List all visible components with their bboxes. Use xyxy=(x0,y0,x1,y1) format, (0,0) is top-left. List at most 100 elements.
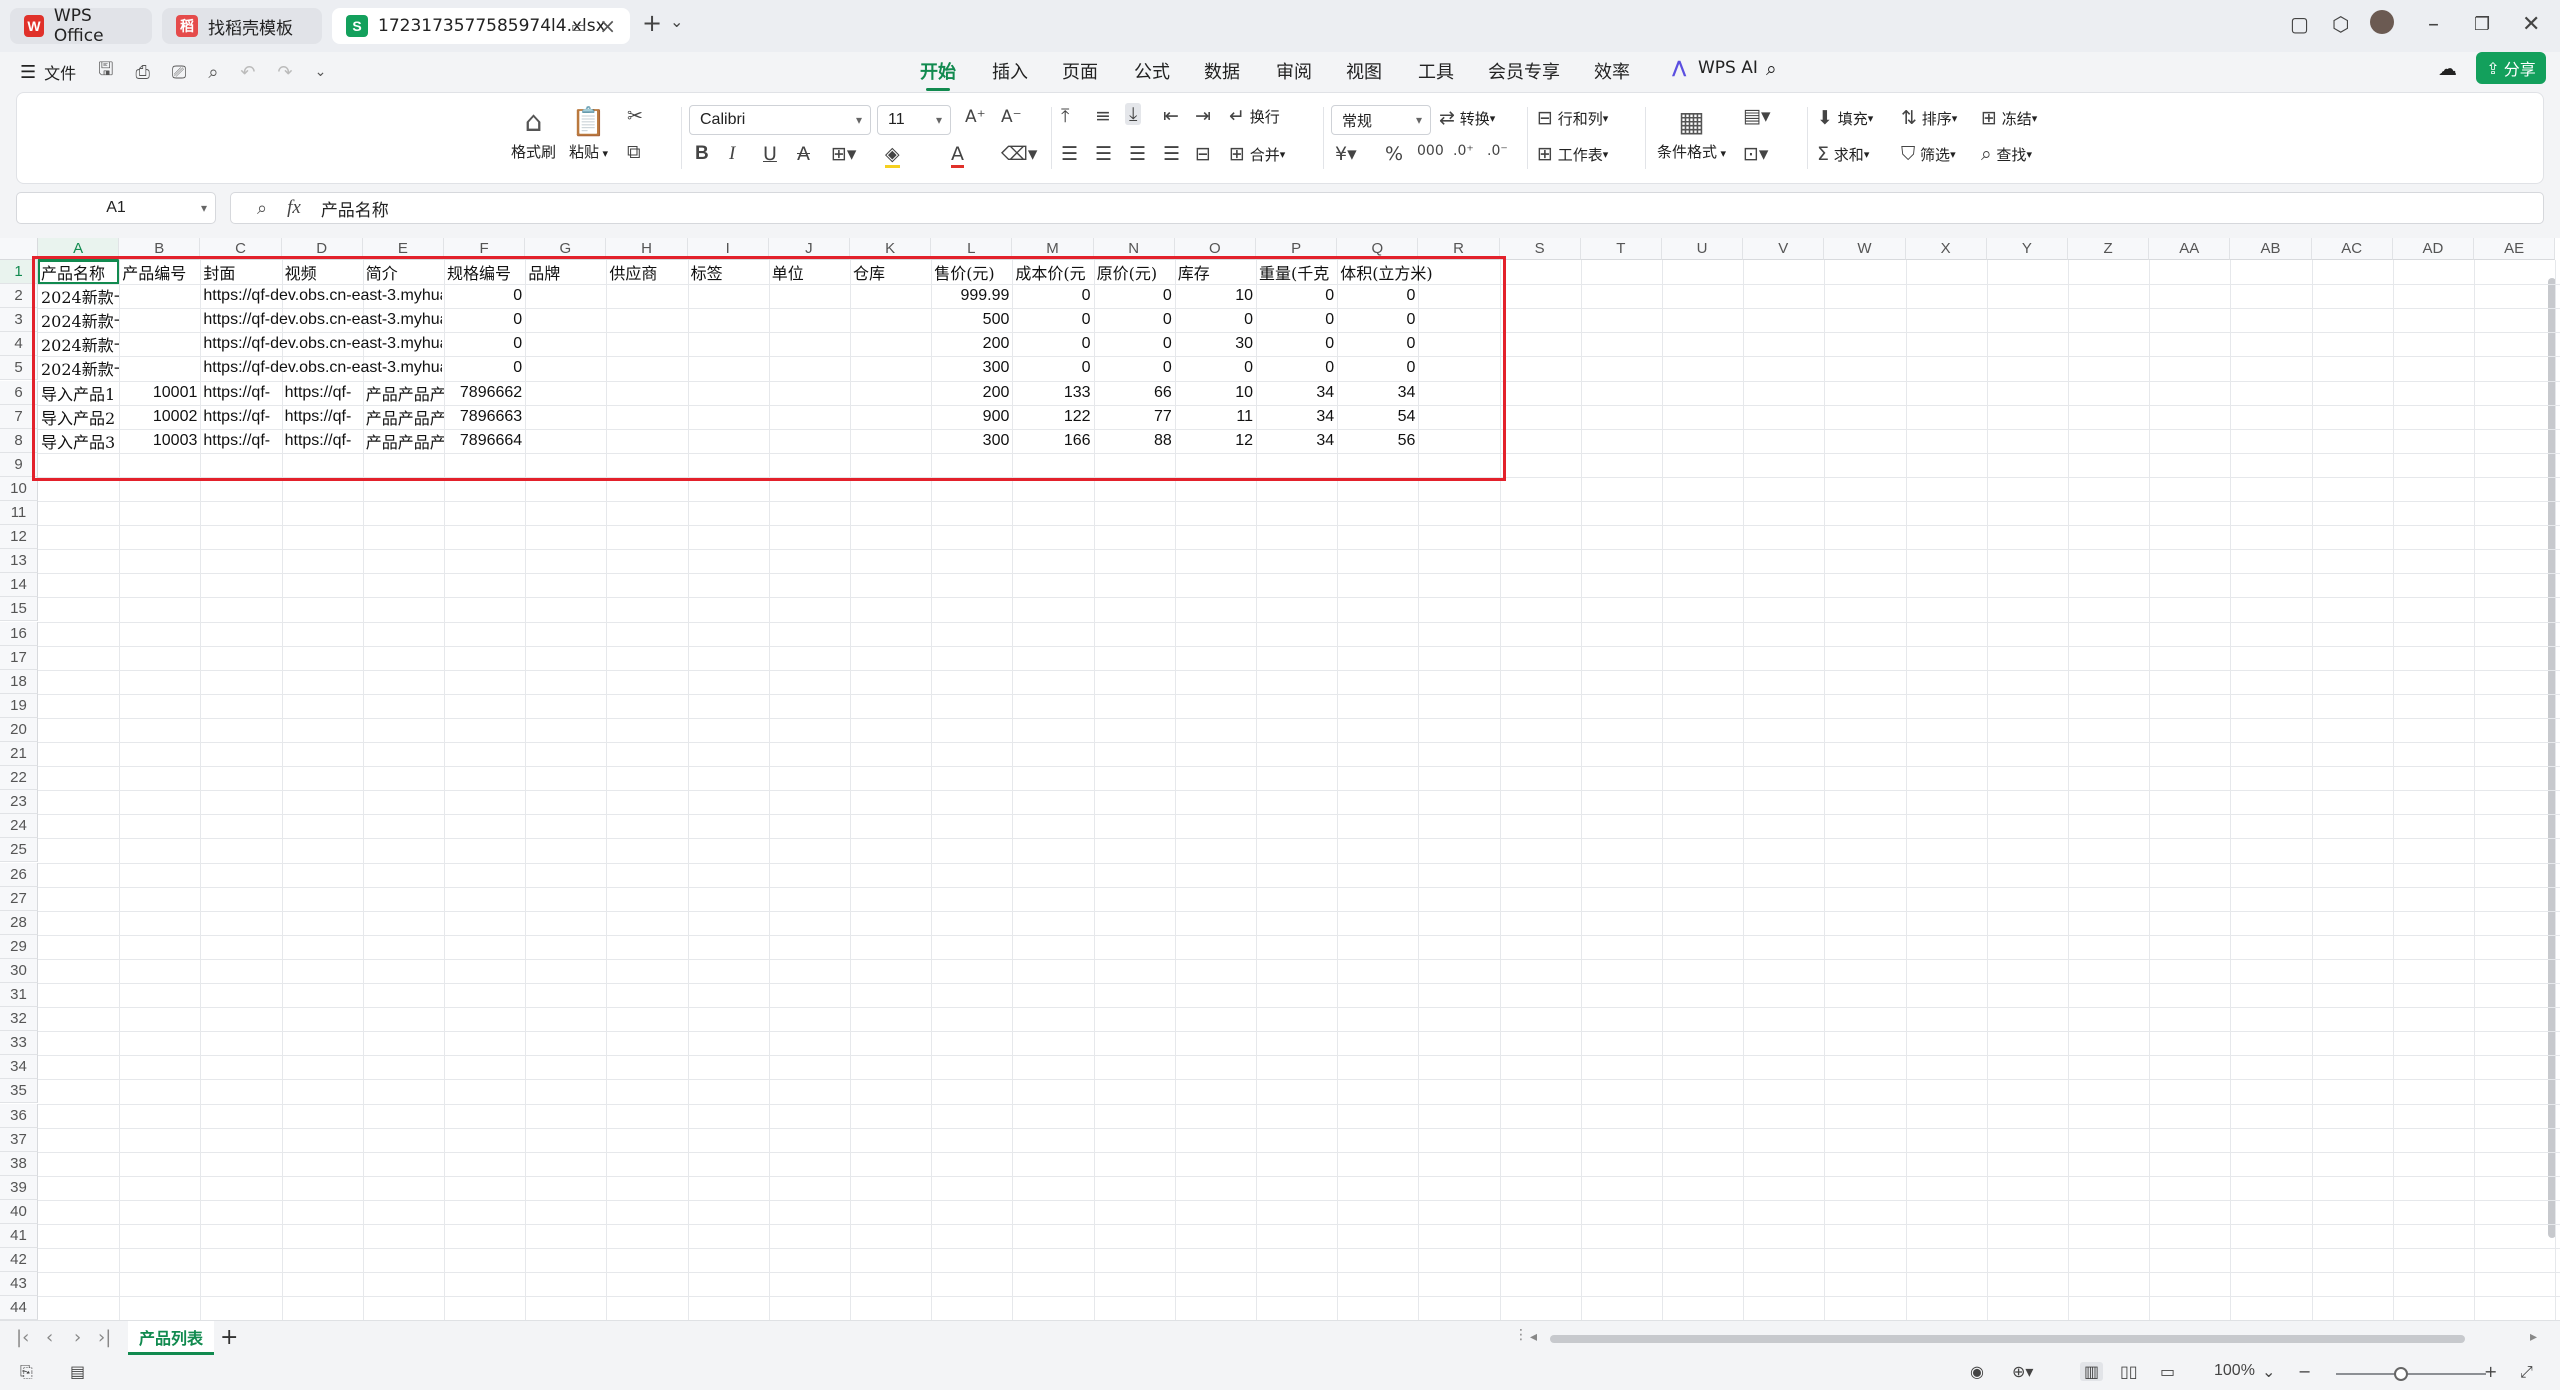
new-tab-button[interactable]: + xyxy=(642,9,662,37)
name-box[interactable]: A1 ▾ xyxy=(16,192,216,224)
column-header-T[interactable]: T xyxy=(1580,238,1662,260)
conditional-format-button[interactable]: ▦ 条件格式 ▾ xyxy=(1657,105,1726,162)
wps-ai-icon[interactable]: ⋀ xyxy=(1672,58,1686,78)
quick-access-more-icon[interactable]: ⌄ xyxy=(315,64,327,80)
restore-icon[interactable]: ❐ xyxy=(2474,14,2490,35)
tab-review[interactable]: 审阅 xyxy=(1276,58,1312,84)
search-icon[interactable]: ⌕ xyxy=(1766,58,1777,80)
column-header-AA[interactable]: AA xyxy=(2149,238,2231,260)
row-header-18[interactable]: 18 xyxy=(0,669,38,694)
align-bottom-icon[interactable]: ⤓ xyxy=(1125,103,1142,125)
row-header-29[interactable]: 29 xyxy=(0,934,38,959)
wrap-button[interactable]: ↵ 换行 xyxy=(1229,105,1280,127)
tab-formula[interactable]: 公式 xyxy=(1134,58,1170,84)
copy-icon[interactable]: ⧉ xyxy=(627,141,641,163)
row-header-43[interactable]: 43 xyxy=(0,1272,38,1297)
column-header-X[interactable]: X xyxy=(1905,238,1987,260)
row-header-12[interactable]: 12 xyxy=(0,525,38,550)
row-header-33[interactable]: 33 xyxy=(0,1031,38,1056)
cut-icon[interactable]: ✂ xyxy=(627,105,643,127)
number-format-select[interactable]: 常规 ▾ xyxy=(1331,105,1431,135)
increase-indent-icon[interactable]: ⇥ xyxy=(1195,105,1211,127)
zoom-slider-handle[interactable] xyxy=(2394,1367,2408,1381)
align-right-icon[interactable]: ☰ xyxy=(1129,143,1146,165)
merge-button[interactable]: ⊞ 合并 ▾ xyxy=(1229,143,1285,165)
sort-button[interactable]: ⇅ 排序 ▾ xyxy=(1901,107,1957,129)
align-left-icon[interactable]: ☰ xyxy=(1061,143,1078,165)
monitor-icon[interactable]: ▭ xyxy=(571,17,586,36)
print-icon[interactable]: ⎚ xyxy=(172,62,186,83)
macro-icon[interactable]: ⎘ xyxy=(20,1362,33,1382)
currency-icon[interactable]: ¥▾ xyxy=(1335,143,1357,165)
row-header-30[interactable]: 30 xyxy=(0,958,38,983)
increase-font-icon[interactable]: A⁺ xyxy=(965,107,986,127)
column-header-Z[interactable]: Z xyxy=(2068,238,2150,260)
decrease-font-icon[interactable]: A⁻ xyxy=(1001,107,1022,127)
row-header-36[interactable]: 36 xyxy=(0,1103,38,1128)
tab-tools[interactable]: 工具 xyxy=(1418,58,1454,84)
zoom-out-icon[interactable]: − xyxy=(2298,1362,2311,1381)
cube-icon[interactable]: ⬡ xyxy=(2332,12,2349,36)
last-sheet-icon[interactable]: ›| xyxy=(98,1327,111,1348)
decrease-indent-icon[interactable]: ⇤ xyxy=(1163,105,1179,127)
font-color-icon[interactable]: A xyxy=(951,143,964,168)
increase-decimal-icon[interactable]: .0⁺ xyxy=(1453,143,1474,159)
minimize-icon[interactable]: – xyxy=(2428,12,2439,37)
bold-icon[interactable]: B xyxy=(695,143,709,165)
normal-view-icon[interactable]: ▥ xyxy=(2080,1362,2104,1381)
menu-icon[interactable]: ☰ xyxy=(20,62,36,83)
row-header-11[interactable]: 11 xyxy=(0,501,38,526)
row-header-28[interactable]: 28 xyxy=(0,910,38,935)
prev-sheet-icon[interactable]: ‹ xyxy=(46,1327,53,1348)
column-header-AE[interactable]: AE xyxy=(2474,238,2556,260)
save-icon[interactable]: 🖫 xyxy=(98,57,113,87)
column-header-W[interactable]: W xyxy=(1824,238,1906,260)
font-size-select[interactable]: 11 ▾ xyxy=(877,105,951,135)
row-header-32[interactable]: 32 xyxy=(0,1007,38,1032)
row-header-35[interactable]: 35 xyxy=(0,1079,38,1104)
find-button[interactable]: ⌕ 查找 ▾ xyxy=(1981,143,2032,165)
wps-ai-button[interactable]: WPS AI xyxy=(1698,58,1758,78)
avatar[interactable] xyxy=(2370,10,2394,34)
distributed-icon[interactable]: ⊟ xyxy=(1195,143,1211,165)
tab-wps-office[interactable]: W WPS Office xyxy=(10,6,152,46)
strikethrough-icon[interactable]: A xyxy=(797,143,810,165)
row-header-21[interactable]: 21 xyxy=(0,742,38,767)
row-header-40[interactable]: 40 xyxy=(0,1199,38,1224)
tab-splitter[interactable]: ⋮ xyxy=(1514,1327,1528,1343)
row-header-14[interactable]: 14 xyxy=(0,573,38,598)
undo-icon[interactable]: ↶ xyxy=(240,62,255,83)
row-header-22[interactable]: 22 xyxy=(0,766,38,791)
underline-icon[interactable]: U xyxy=(763,143,777,165)
row-header-34[interactable]: 34 xyxy=(0,1055,38,1080)
scroll-right-icon[interactable]: ▸ xyxy=(2530,1329,2537,1345)
row-header-15[interactable]: 15 xyxy=(0,597,38,622)
tab-spreadsheet[interactable]: S 1723173577585974l4.xlsx ▭ × xyxy=(332,8,630,44)
zoom-icon[interactable]: ⌕ xyxy=(257,198,267,219)
row-header-25[interactable]: 25 xyxy=(0,838,38,863)
close-tab-icon[interactable]: × xyxy=(599,14,616,38)
tab-home[interactable]: 开始 xyxy=(920,58,956,91)
fullscreen-icon[interactable]: ⤢ xyxy=(2520,1362,2533,1382)
sheet-tab-product-list[interactable]: 产品列表 xyxy=(128,1321,214,1355)
filter-button[interactable]: ⛉ 筛选 ▾ xyxy=(1901,143,1956,165)
row-header-27[interactable]: 27 xyxy=(0,886,38,911)
italic-icon[interactable]: I xyxy=(729,143,735,165)
spreadsheet-grid[interactable]: A B C D E F G H I J K L M N O P Q R S T U V W X Y Z AA AB AC AD AE 1 2 3 4… xyxy=(0,238,2560,1320)
convert-button[interactable]: ⇄ 转换 ▾ xyxy=(1439,107,1495,129)
row-header-31[interactable]: 31 xyxy=(0,983,38,1008)
tab-template[interactable]: 稻 找稻壳模板 xyxy=(162,8,322,44)
row-header-39[interactable]: 39 xyxy=(0,1175,38,1200)
row-header-37[interactable]: 37 xyxy=(0,1127,38,1152)
thousands-icon[interactable]: 000 xyxy=(1417,143,1444,159)
zoom-slider[interactable] xyxy=(2336,1373,2486,1375)
column-header-U[interactable]: U xyxy=(1662,238,1744,260)
export-icon[interactable]: ⎙ xyxy=(136,62,150,83)
tab-member[interactable]: 会员专享 xyxy=(1488,58,1560,84)
scroll-left-icon[interactable]: ◂ xyxy=(1530,1329,1537,1345)
column-header-V[interactable]: V xyxy=(1743,238,1825,260)
format-painter-button[interactable]: ⌂ 格式刷 xyxy=(511,105,556,162)
row-header-44[interactable]: 44 xyxy=(0,1296,38,1320)
row-header-26[interactable]: 26 xyxy=(0,862,38,887)
zoom-level[interactable]: 100% xyxy=(2214,1362,2255,1380)
